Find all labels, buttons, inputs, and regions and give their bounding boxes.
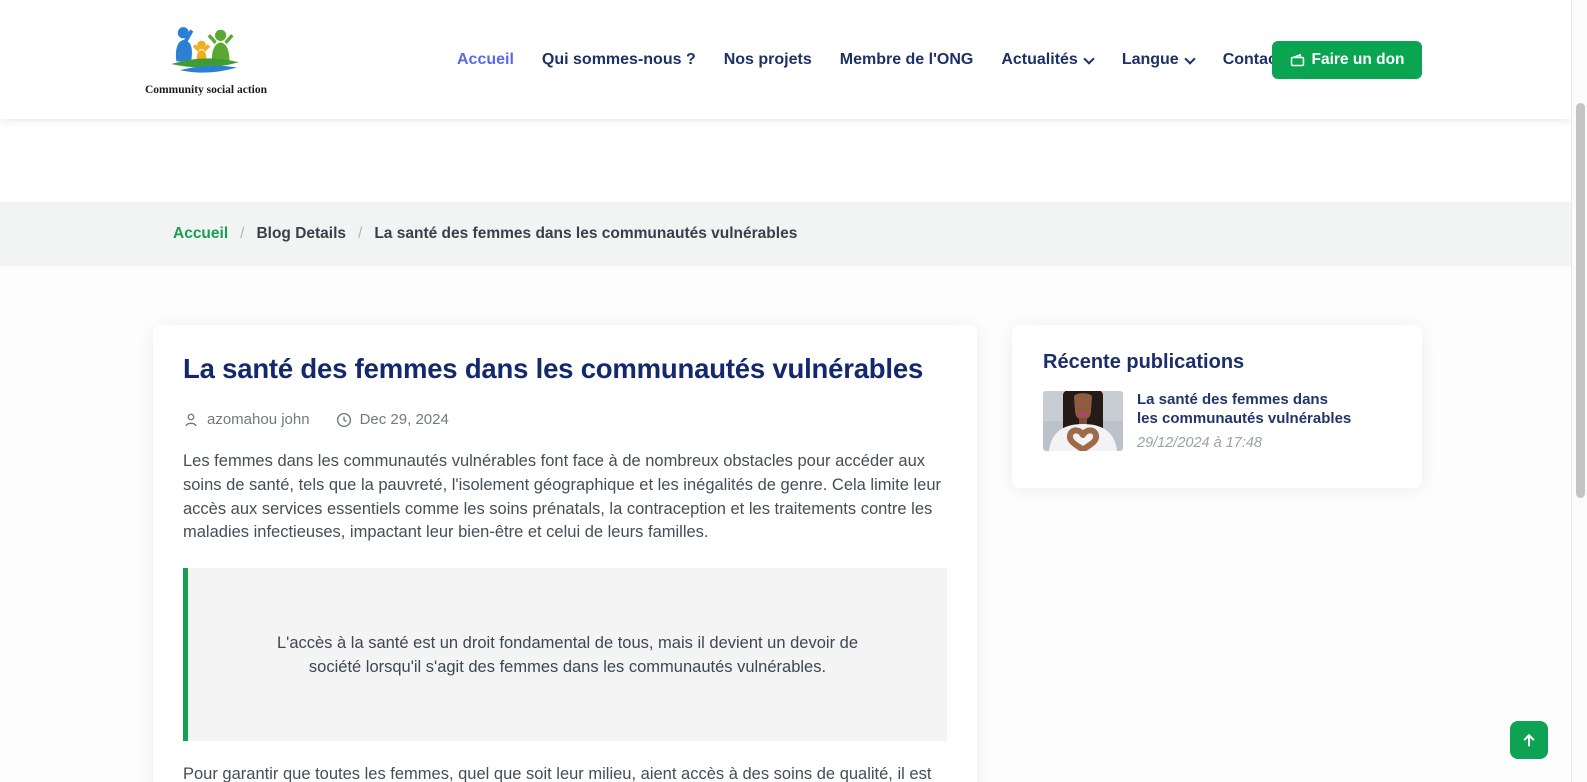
breadcrumb: Accueil / Blog Details / La santé des fe… [173,225,797,243]
author-name: azomahou john [207,411,310,428]
wallet-icon [1290,53,1305,67]
recent-post-date: 29/12/2024 à 17:48 [1137,435,1352,451]
article-title: La santé des femmes dans les communautés… [183,353,947,385]
recent-publications-heading: Récente publications [1043,351,1391,374]
nav-item-langue[interactable]: Langue [1122,51,1195,69]
donate-button-label: Faire un don [1312,51,1405,69]
brand-logo-icon [155,64,255,81]
nav-item-actualites[interactable]: Actualités [1001,51,1093,69]
blog-details-page: Community social action Accueil Qui somm… [0,0,1587,782]
brand-name: Community social action [145,84,265,96]
article-paragraph-1: Les femmes dans les communautés vulnérab… [183,450,947,545]
nav-item-langue-label: Langue [1122,51,1179,69]
breadcrumb-separator: / [358,225,362,243]
breadcrumb-home-link[interactable]: Accueil [173,225,228,243]
nav-item-accueil[interactable]: Accueil [457,51,514,69]
scrollbar-thumb[interactable] [1576,103,1585,498]
article-paragraph-2: Pour garantir que toutes les femmes, que… [183,763,947,782]
date-meta: Dec 29, 2024 [336,411,449,428]
donate-button[interactable]: Faire un don [1272,41,1422,79]
brand-logo[interactable]: Community social action [145,25,265,96]
chevron-down-icon [1185,53,1195,63]
breadcrumb-current-page: La santé des femmes dans les communautés… [374,225,797,243]
chevron-down-icon [1084,53,1094,63]
top-navbar: Community social action Accueil Qui somm… [0,0,1571,119]
article-meta: azomahou john Dec 29, 2024 [183,411,947,428]
user-icon [183,412,199,428]
main-navigation: Accueil Qui sommes-nous ? Nos projets Me… [457,0,1282,119]
recent-publications-card: Récente publications [1012,325,1422,488]
recent-post-title[interactable]: La santé des femmes dans les communautés… [1137,391,1352,429]
clock-icon [336,412,352,428]
recent-post-item[interactable]: La santé des femmes dans les communautés… [1043,391,1391,451]
content-section: La santé des femmes dans les communautés… [0,266,1571,782]
nav-item-actualites-label: Actualités [1001,51,1077,69]
arrow-up-icon [1521,732,1537,748]
nav-item-membre-ong[interactable]: Membre de l'ONG [840,51,974,69]
publish-date: Dec 29, 2024 [360,411,449,428]
article-card: La santé des femmes dans les communautés… [153,325,977,782]
recent-post-info: La santé des femmes dans les communautés… [1137,391,1352,451]
scroll-to-top-button[interactable] [1510,721,1548,759]
recent-post-thumbnail [1043,391,1123,451]
article-quote-text: L'accès à la santé est un droit fondamen… [255,631,880,679]
nav-item-nos-projets[interactable]: Nos projets [724,51,812,69]
vertical-scrollbar [1571,0,1587,782]
nav-item-qui-sommes-nous[interactable]: Qui sommes-nous ? [542,51,696,69]
author-meta: azomahou john [183,411,310,428]
breadcrumb-band: Accueil / Blog Details / La santé des fe… [0,202,1571,266]
breadcrumb-blog-details: Blog Details [256,225,346,243]
breadcrumb-separator: / [240,225,244,243]
article-quote-block: L'accès à la santé est un droit fondamen… [183,568,947,741]
